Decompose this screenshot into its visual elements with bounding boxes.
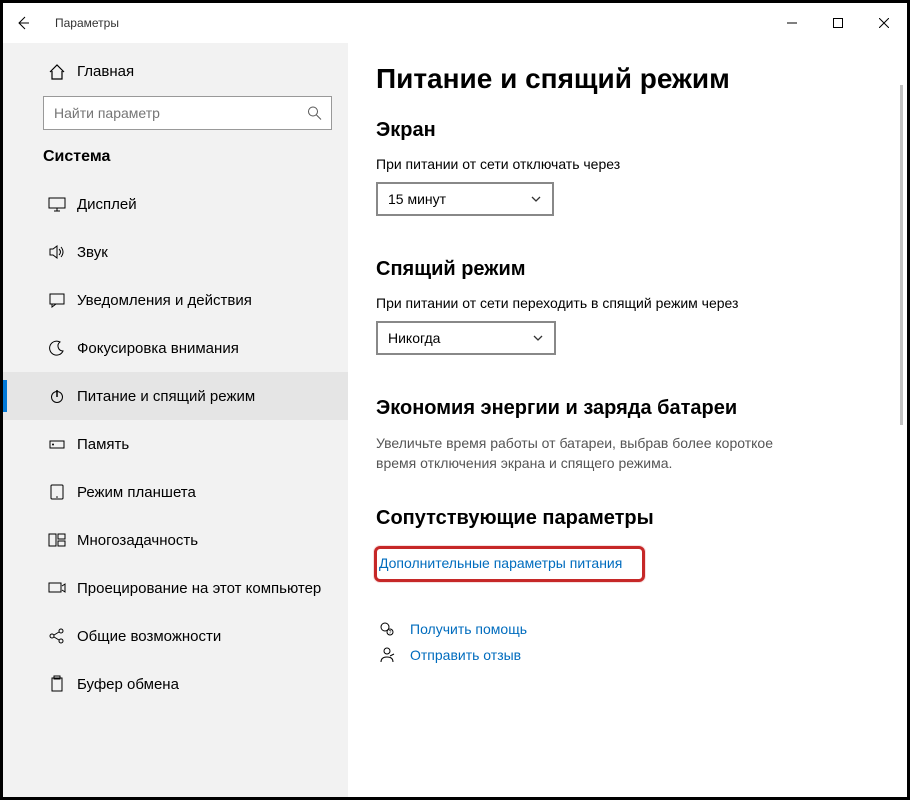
home-icon [47,63,67,81]
sidebar-item-label: Общие возможности [77,628,221,645]
minimize-button[interactable] [769,3,815,43]
footer-links: ? Получить помощь Отправить отзыв [376,616,895,668]
get-help-link[interactable]: ? Получить помощь [376,616,895,642]
sidebar: Главная Система Дисплей Звук [3,43,348,797]
home-nav[interactable]: Главная [3,55,348,88]
sidebar-item-label: Фокусировка внимания [77,340,239,357]
get-help-label: Получить помощь [410,621,527,637]
monitor-icon [47,195,67,213]
minimize-icon [787,18,797,28]
page-title: Питание и спящий режим [376,63,895,95]
sleep-heading: Спящий режим [376,258,895,281]
close-icon [879,18,889,28]
message-icon [47,291,67,309]
search-input[interactable] [43,96,332,130]
tablet-icon [47,483,67,501]
svg-text:?: ? [389,630,392,636]
additional-power-link[interactable]: Дополнительные параметры питания [377,549,634,577]
clipboard-icon [47,675,67,693]
help-icon: ? [376,620,398,638]
related-heading: Сопутствующие параметры [376,507,895,530]
window-title: Параметры [55,16,119,30]
power-icon [47,387,67,405]
sidebar-section: Система [3,130,348,180]
sidebar-item-label: Дисплей [77,196,137,213]
chevron-down-icon [532,332,544,344]
share-icon [47,627,67,645]
search-wrap [3,96,348,130]
projection-icon [47,579,67,597]
search-icon [307,106,322,121]
settings-window: Параметры Главная Система [0,0,910,800]
sidebar-item-clipboard[interactable]: Буфер обмена [3,660,348,708]
battery-desc: Увеличьте время работы от батареи, выбра… [376,434,816,473]
sidebar-item-sound[interactable]: Звук [3,228,348,276]
screen-heading: Экран [376,119,895,142]
feedback-label: Отправить отзыв [410,647,521,663]
moon-icon [47,339,67,357]
sidebar-item-tablet[interactable]: Режим планшета [3,468,348,516]
sidebar-item-label: Многозадачность [77,532,198,549]
battery-section: Экономия энергии и заряда батареи Увелич… [376,397,895,473]
screen-section: Экран При питании от сети отключать чере… [376,119,895,216]
arrow-left-icon [15,15,31,31]
scrollbar[interactable] [900,43,903,797]
related-section: Сопутствующие параметры Дополнительные п… [376,507,895,582]
maximize-button[interactable] [815,3,861,43]
speaker-icon [47,243,67,261]
sidebar-item-projection[interactable]: Проецирование на этот компьютер [3,564,348,612]
sidebar-item-label: Буфер обмена [77,676,179,693]
back-button[interactable] [15,15,47,31]
screen-off-select[interactable]: 15 минут [376,182,554,216]
sidebar-item-power[interactable]: Питание и спящий режим [3,372,348,420]
home-label: Главная [77,63,134,80]
sidebar-item-label: Звук [77,244,108,261]
sidebar-nav: Дисплей Звук Уведомления и действия Фоку… [3,180,348,785]
close-button[interactable] [861,3,907,43]
sidebar-item-shared[interactable]: Общие возможности [3,612,348,660]
storage-icon [47,435,67,453]
sleep-select[interactable]: Никогда [376,321,556,355]
screen-off-label: При питании от сети отключать через [376,156,895,172]
feedback-link[interactable]: Отправить отзыв [376,642,895,668]
sidebar-item-label: Режим планшета [77,484,196,501]
scrollbar-thumb[interactable] [900,85,903,425]
sidebar-item-storage[interactable]: Память [3,420,348,468]
sidebar-item-label: Проецирование на этот компьютер [77,580,321,597]
sleep-section: Спящий режим При питании от сети переход… [376,258,895,355]
sidebar-item-notifications[interactable]: Уведомления и действия [3,276,348,324]
chevron-down-icon [530,193,542,205]
screen-off-value: 15 минут [388,191,446,207]
window-body: Главная Система Дисплей Звук [3,43,907,797]
sleep-value: Никогда [388,330,440,346]
window-controls [769,3,907,43]
sidebar-item-label: Память [77,436,129,453]
multitask-icon [47,531,67,549]
sidebar-item-multitask[interactable]: Многозадачность [3,516,348,564]
content-pane: Питание и спящий режим Экран При питании… [348,43,907,797]
sidebar-item-display[interactable]: Дисплей [3,180,348,228]
feedback-icon [376,646,398,664]
sidebar-item-label: Уведомления и действия [77,292,252,309]
maximize-icon [833,18,843,28]
sidebar-item-focus[interactable]: Фокусировка внимания [3,324,348,372]
battery-heading: Экономия энергии и заряда батареи [376,397,895,420]
titlebar: Параметры [3,3,907,43]
highlight-callout: Дополнительные параметры питания [374,546,645,582]
sidebar-item-label: Питание и спящий режим [77,388,255,405]
sleep-label: При питании от сети переходить в спящий … [376,295,895,311]
